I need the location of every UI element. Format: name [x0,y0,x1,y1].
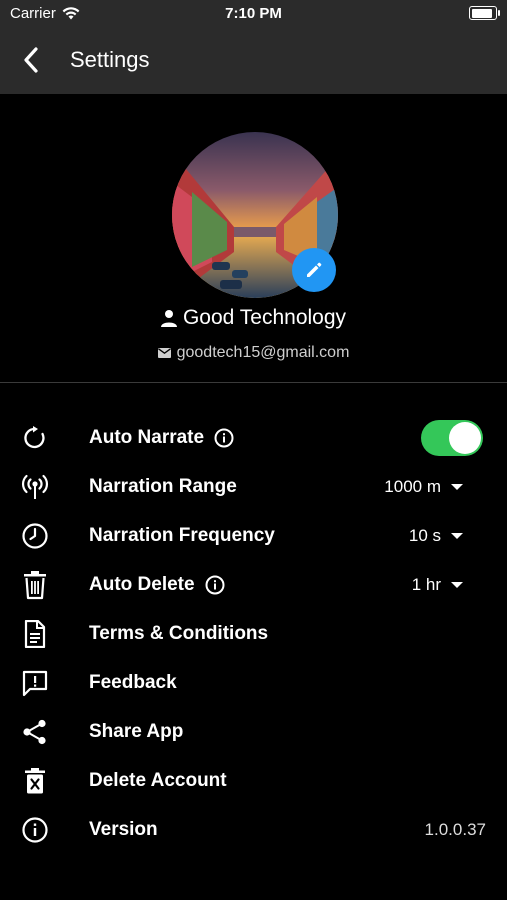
back-button[interactable] [16,45,46,75]
clock-icon [19,520,51,552]
page-title: Settings [70,47,150,72]
info-icon[interactable] [205,575,225,595]
profile-name: Good Technology [182,306,347,329]
auto-delete-label: Auto Delete [89,573,195,595]
refresh-icon [19,422,51,454]
narration-frequency-label: Narration Frequency [89,524,275,546]
info-icon[interactable] [214,428,234,448]
trash-icon [19,569,51,601]
auto-narrate-label: Auto Narrate [89,426,205,448]
share-icon [19,716,51,748]
caret-down-icon[interactable] [451,483,463,490]
setting-auto-delete[interactable]: Auto Delete 1 hr [0,560,507,609]
caret-down-icon[interactable] [451,581,463,588]
info-circle-icon [19,814,51,846]
setting-version: Version 1.0.0.37 [0,805,507,854]
chevron-left-icon [24,47,38,73]
profile-name-row: Good Technology [0,306,507,330]
caret-down-icon[interactable] [451,532,463,539]
terms-label: Terms & Conditions [89,622,269,644]
setting-feedback[interactable]: Feedback [0,658,507,707]
profile-email-row: goodtech15@gmail.com [0,344,507,362]
profile-section: Good Technology goodtech15@gmail.com [0,94,507,382]
setting-narration-frequency[interactable]: Narration Frequency 10 s [0,511,507,560]
narration-range-label: Narration Range [89,475,237,497]
setting-delete-account[interactable]: Delete Account [0,756,507,805]
document-icon [19,618,51,650]
feedback-icon [19,667,51,699]
delete-account-label: Delete Account [89,769,227,791]
narration-range-value[interactable]: 1000 m [384,477,441,497]
mail-icon [157,348,171,358]
setting-share[interactable]: Share App [0,707,507,756]
version-value: 1.0.0.37 [424,819,486,839]
antenna-icon [19,471,51,503]
status-bar: Carrier 7:10 PM [0,0,507,26]
divider [0,382,507,383]
profile-email: goodtech15@gmail.com [176,344,350,361]
settings-list: Auto Narrate Narration Range 1000 m Narr… [0,413,507,854]
auto-narrate-toggle[interactable] [421,419,483,456]
setting-terms[interactable]: Terms & Conditions [0,609,507,658]
setting-auto-narrate: Auto Narrate [0,413,507,462]
battery-icon [469,6,500,20]
feedback-label: Feedback [89,671,177,693]
nav-bar: Settings [0,26,507,94]
share-label: Share App [89,720,184,742]
pencil-icon [307,262,322,277]
edit-avatar-button[interactable] [292,248,336,292]
narration-frequency-value[interactable]: 10 s [409,526,441,546]
delete-icon [19,765,51,797]
version-label: Version [89,818,158,840]
status-time: 7:10 PM [225,5,282,22]
setting-narration-range[interactable]: Narration Range 1000 m [0,462,507,511]
auto-delete-value[interactable]: 1 hr [412,575,441,595]
toggle-knob [449,421,481,454]
person-icon [160,310,177,327]
